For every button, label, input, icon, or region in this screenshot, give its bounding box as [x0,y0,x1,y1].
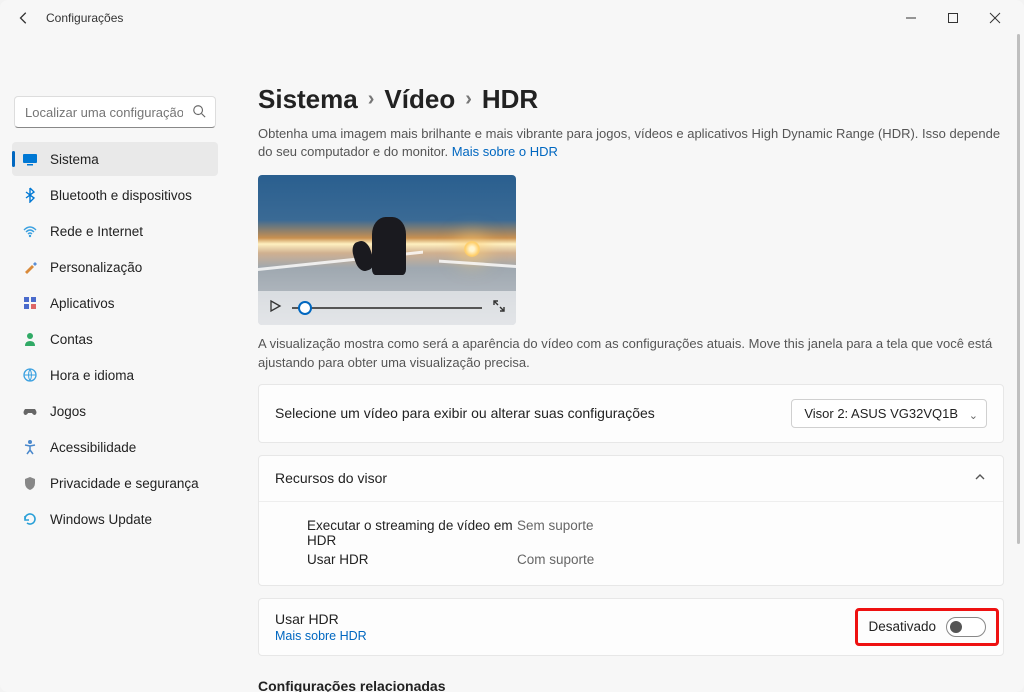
search-input[interactable] [14,96,216,128]
settings-window: Configurações Sistema Bluetooth e dispos… [0,0,1024,692]
back-button[interactable] [8,2,40,34]
sidebar-item-label: Contas [50,332,93,347]
maximize-button[interactable] [932,2,974,34]
related-heading: Configurações relacionadas [258,678,1004,692]
highlight-box: Desativado [855,608,999,646]
display-select-dropdown[interactable]: Visor 2: ASUS VG32VQ1B ⌄ [791,399,987,428]
apps-icon [22,295,38,311]
feature-value: Com suporte [517,552,594,567]
maximize-icon [947,12,959,24]
header-description: Obtenha uma imagem mais brilhante e mais… [258,125,1004,161]
close-button[interactable] [974,2,1016,34]
chevron-down-icon: ⌄ [969,409,978,422]
feature-row: Usar HDR Com suporte [307,552,987,567]
content: Sistema › Vídeo › HDR Obtenha uma imagem… [230,36,1024,692]
feature-label: Usar HDR [307,552,517,567]
search-icon [192,104,206,123]
bluetooth-icon [22,187,38,203]
update-icon [22,511,38,527]
features-title: Recursos do visor [275,470,387,486]
toggle-state-label: Desativado [868,619,936,634]
use-hdr-title: Usar HDR [275,611,367,627]
sidebar-item-acessibilidade[interactable]: Acessibilidade [12,430,218,464]
play-icon[interactable] [268,299,282,318]
feature-label: Executar o streaming de vídeo em HDR [307,518,517,548]
nav-list: Sistema Bluetooth e dispositivos Rede e … [8,142,222,536]
person-icon [22,331,38,347]
sidebar-item-label: Bluetooth e dispositivos [50,188,192,203]
shield-icon [22,475,38,491]
wifi-icon [22,223,38,239]
close-icon [989,12,1001,24]
display-select-value: Visor 2: ASUS VG32VQ1B [804,406,958,421]
preview-controls [258,291,516,325]
minimize-icon [905,12,917,24]
sidebar: Sistema Bluetooth e dispositivos Rede e … [0,36,230,692]
breadcrumb: Sistema › Vídeo › HDR [258,84,1004,115]
sidebar-item-update[interactable]: Windows Update [12,502,218,536]
sidebar-item-contas[interactable]: Contas [12,322,218,356]
brush-icon [22,259,38,275]
display-icon [22,151,38,167]
fullscreen-icon[interactable] [492,299,506,318]
display-features-header[interactable]: Recursos do visor [259,456,1003,502]
sidebar-item-jogos[interactable]: Jogos [12,394,218,428]
preview-caption: A visualização mostra como será a aparên… [258,335,1004,371]
titlebar: Configurações [0,0,1024,36]
breadcrumb-seg-sistema[interactable]: Sistema [258,84,358,115]
sidebar-item-label: Acessibilidade [50,440,136,455]
video-preview [258,175,516,325]
sidebar-item-label: Rede e Internet [50,224,143,239]
sidebar-item-bluetooth[interactable]: Bluetooth e dispositivos [12,178,218,212]
arrow-left-icon [17,11,31,25]
scrollbar[interactable] [1015,34,1021,686]
sidebar-item-label: Privacidade e segurança [50,476,199,491]
chevron-right-icon: › [368,88,375,111]
sidebar-item-privacidade[interactable]: Privacidade e segurança [12,466,218,500]
desc-text: Obtenha uma imagem mais brilhante e mais… [258,126,1000,159]
sidebar-item-sistema[interactable]: Sistema [12,142,218,176]
minimize-button[interactable] [890,2,932,34]
more-about-hdr-link[interactable]: Mais sobre o HDR [452,144,558,159]
sidebar-item-hora[interactable]: Hora e idioma [12,358,218,392]
sidebar-item-label: Windows Update [50,512,152,527]
timeline-slider[interactable] [292,307,482,309]
more-about-hdr-link-2[interactable]: Mais sobre HDR [275,629,367,643]
sidebar-item-personalização[interactable]: Personalização [12,250,218,284]
feature-value: Sem suporte [517,518,594,548]
display-features-card: Recursos do visor Executar o streaming d… [258,455,1004,586]
use-hdr-toggle[interactable] [946,617,986,637]
sidebar-item-label: Jogos [50,404,86,419]
display-select-card: Selecione um vídeo para exibir ou altera… [258,384,1004,443]
accessibility-icon [22,439,38,455]
sidebar-item-rede[interactable]: Rede e Internet [12,214,218,248]
globe-clock-icon [22,367,38,383]
use-hdr-card: Usar HDR Mais sobre HDR Desativado [258,598,1004,656]
display-select-label: Selecione um vídeo para exibir ou altera… [275,405,655,421]
sidebar-item-label: Personalização [50,260,142,275]
window-title: Configurações [46,11,123,25]
chevron-right-icon: › [465,88,472,111]
sidebar-item-label: Sistema [50,152,99,167]
breadcrumb-seg-hdr: HDR [482,84,538,115]
sidebar-item-label: Hora e idioma [50,368,134,383]
sidebar-item-label: Aplicativos [50,296,115,311]
feature-row: Executar o streaming de vídeo em HDR Sem… [307,518,987,548]
chevron-up-icon [973,470,987,487]
breadcrumb-seg-video[interactable]: Vídeo [384,84,455,115]
gamepad-icon [22,403,38,419]
sidebar-item-aplicativos[interactable]: Aplicativos [12,286,218,320]
